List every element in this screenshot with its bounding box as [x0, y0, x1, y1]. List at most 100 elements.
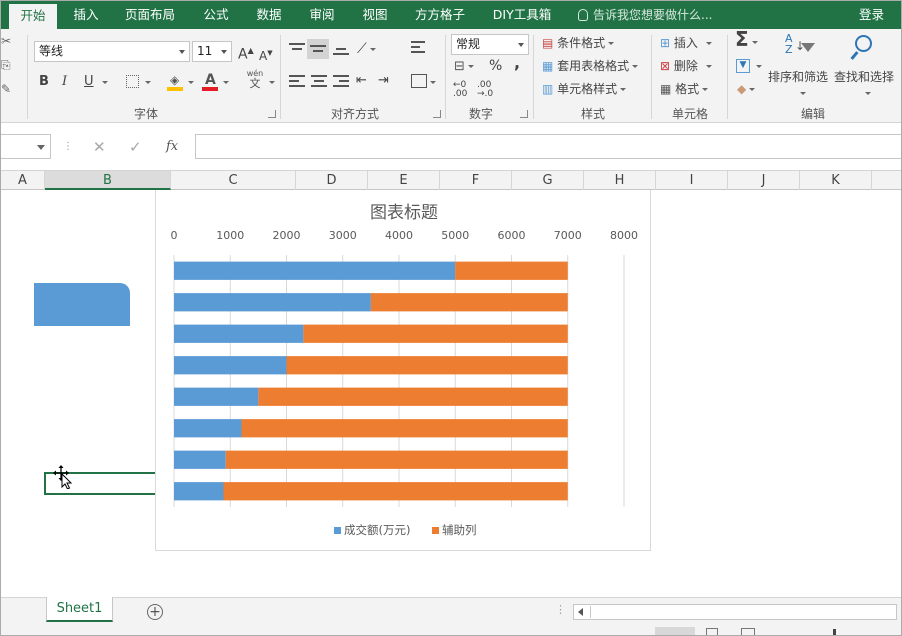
- underline-button[interactable]: U: [84, 74, 94, 90]
- column-header-e[interactable]: E: [368, 171, 440, 190]
- font-size-select[interactable]: 11: [192, 41, 232, 62]
- increase-indent-icon[interactable]: ⇥: [378, 73, 389, 89]
- chart[interactable]: 图表标题 0 1000 2000 3000 4000 5000 6000 7000 8000 成交…: [155, 190, 651, 551]
- underline-dropdown[interactable]: [99, 74, 108, 90]
- tab-page-layout[interactable]: 页面布局: [118, 1, 182, 29]
- merge-dropdown[interactable]: [427, 74, 436, 90]
- cancel-entry-icon[interactable]: ✕: [93, 135, 106, 159]
- clear-icon[interactable]: ◆: [737, 81, 756, 97]
- login-button[interactable]: 登录: [859, 1, 884, 29]
- conditional-format-button[interactable]: ▤ 条件格式: [542, 35, 615, 51]
- name-box-dropdown-icon[interactable]: [37, 145, 45, 150]
- tell-me-box[interactable]: 告诉我您想要做什么...: [578, 1, 712, 29]
- horizontal-scrollbar[interactable]: [573, 604, 897, 620]
- tab-diy-toolbox[interactable]: DIY工具箱: [485, 1, 559, 29]
- column-header-h[interactable]: H: [584, 171, 656, 190]
- sort-filter-button[interactable]: 排序和筛选: [768, 69, 828, 85]
- align-left-icon[interactable]: [289, 75, 305, 90]
- copy-icon[interactable]: ⎘: [1, 57, 11, 73]
- find-select-button[interactable]: 查找和选择: [834, 69, 894, 85]
- italic-button[interactable]: I: [62, 74, 67, 90]
- page-break-view-button[interactable]: [741, 628, 755, 635]
- decrease-indent-icon[interactable]: ⇤: [356, 73, 367, 89]
- percent-button[interactable]: %: [489, 58, 502, 74]
- tab-data[interactable]: 数据: [247, 1, 291, 29]
- decrease-decimal-icon[interactable]: .00 →.0: [477, 81, 493, 99]
- comma-button[interactable]: ,: [514, 55, 520, 71]
- cut-icon[interactable]: ✂: [1, 33, 11, 49]
- delete-cells-button[interactable]: ⊠ 删除: [660, 58, 712, 74]
- column-header-d[interactable]: D: [296, 171, 368, 190]
- autosum-icon[interactable]: Σ: [735, 29, 758, 49]
- align-top-icon[interactable]: [289, 43, 305, 58]
- column-header-i[interactable]: I: [656, 171, 728, 190]
- column-header-k[interactable]: K: [800, 171, 872, 190]
- name-box[interactable]: [1, 134, 51, 159]
- accounting-format-icon[interactable]: ⊟: [454, 59, 474, 75]
- normal-view-button[interactable]: [655, 627, 695, 635]
- fill-icon[interactable]: ▼: [736, 59, 750, 73]
- tab-home[interactable]: 开始: [9, 4, 57, 29]
- insert-function-icon[interactable]: fx: [166, 135, 178, 159]
- bar-series1: [174, 450, 226, 469]
- font-color-dropdown[interactable]: [220, 74, 229, 90]
- font-color-icon[interactable]: A: [202, 72, 218, 91]
- sort-filter-dropdown[interactable]: [797, 85, 806, 101]
- tab-formulas[interactable]: 公式: [194, 1, 238, 29]
- fill-dropdown[interactable]: [753, 58, 762, 74]
- align-center-icon[interactable]: [311, 75, 327, 90]
- grow-font-icon[interactable]: A▲: [238, 43, 254, 63]
- confirm-entry-icon[interactable]: ✓: [129, 135, 142, 159]
- border-dropdown[interactable]: [142, 74, 151, 90]
- tab-fangfang[interactable]: 方方格子: [407, 1, 473, 29]
- merge-center-icon[interactable]: [411, 74, 427, 88]
- column-header-j[interactable]: J: [728, 171, 800, 190]
- number-dialog-launcher[interactable]: [520, 110, 528, 118]
- column-header-g[interactable]: G: [512, 171, 584, 190]
- align-right-icon[interactable]: [333, 75, 349, 90]
- scroll-left-arrow-icon[interactable]: [578, 608, 583, 616]
- excel-window: 开始 插入 页面布局 公式 数据 审阅 视图 方方格子 DIY工具箱 告诉我您想…: [0, 0, 902, 636]
- add-sheet-button[interactable]: +: [147, 604, 163, 620]
- font-dialog-launcher[interactable]: [268, 110, 276, 118]
- column-header-f[interactable]: F: [440, 171, 512, 190]
- fill-color-icon[interactable]: ◈: [167, 73, 183, 91]
- x-tick-label: 0: [171, 229, 178, 242]
- page-layout-view-button[interactable]: [706, 628, 718, 635]
- tab-view[interactable]: 视图: [353, 1, 397, 29]
- blue-rectangle-shape[interactable]: [34, 283, 130, 326]
- alignment-dialog-launcher[interactable]: [433, 110, 441, 118]
- wrap-text-icon[interactable]: [411, 41, 427, 57]
- increase-decimal-icon[interactable]: ←0.00: [453, 81, 467, 99]
- column-header-a[interactable]: A: [1, 171, 45, 190]
- shrink-font-icon[interactable]: A▼: [259, 45, 273, 64]
- insert-cells-button[interactable]: ⊞ 插入: [660, 35, 712, 51]
- fill-color-dropdown[interactable]: [185, 74, 194, 90]
- scrollbar-thumb[interactable]: [590, 606, 896, 618]
- phonetic-dropdown[interactable]: [266, 74, 275, 90]
- number-format-select[interactable]: 常规: [451, 34, 529, 55]
- border-icon[interactable]: [126, 75, 139, 88]
- find-select-dropdown[interactable]: [862, 85, 871, 101]
- tab-insert[interactable]: 插入: [63, 1, 109, 29]
- column-header-c[interactable]: C: [171, 171, 296, 190]
- font-name-select[interactable]: 等线: [34, 41, 190, 62]
- sheet-tab-sheet1[interactable]: Sheet1: [46, 597, 113, 622]
- format-cells-button[interactable]: ▦ 格式: [660, 81, 709, 97]
- worksheet-grid[interactable]: 图表标题 0 1000 2000 3000 4000 5000 6000 7000 8000 成交…: [1, 190, 901, 597]
- tab-split-grip[interactable]: ⋮: [555, 603, 566, 616]
- tab-review[interactable]: 审阅: [300, 1, 344, 29]
- orientation-icon[interactable]: ⟋: [357, 41, 376, 57]
- zoom-slider-thumb[interactable]: [833, 629, 836, 635]
- lightbulb-icon: [578, 9, 588, 21]
- format-painter-icon[interactable]: ✎: [1, 81, 11, 97]
- styles-group-label: 样式: [580, 107, 605, 121]
- align-bottom-icon[interactable]: [333, 48, 349, 58]
- x-tick-label: 6000: [498, 229, 526, 242]
- bold-button[interactable]: B: [39, 74, 49, 90]
- column-header-b[interactable]: B: [45, 171, 171, 190]
- formula-input[interactable]: [195, 134, 901, 159]
- cell-styles-button[interactable]: ▥ 单元格样式: [542, 81, 627, 97]
- format-as-table-button[interactable]: ▦ 套用表格格式: [542, 58, 639, 74]
- phonetic-icon[interactable]: wén 文: [244, 69, 266, 91]
